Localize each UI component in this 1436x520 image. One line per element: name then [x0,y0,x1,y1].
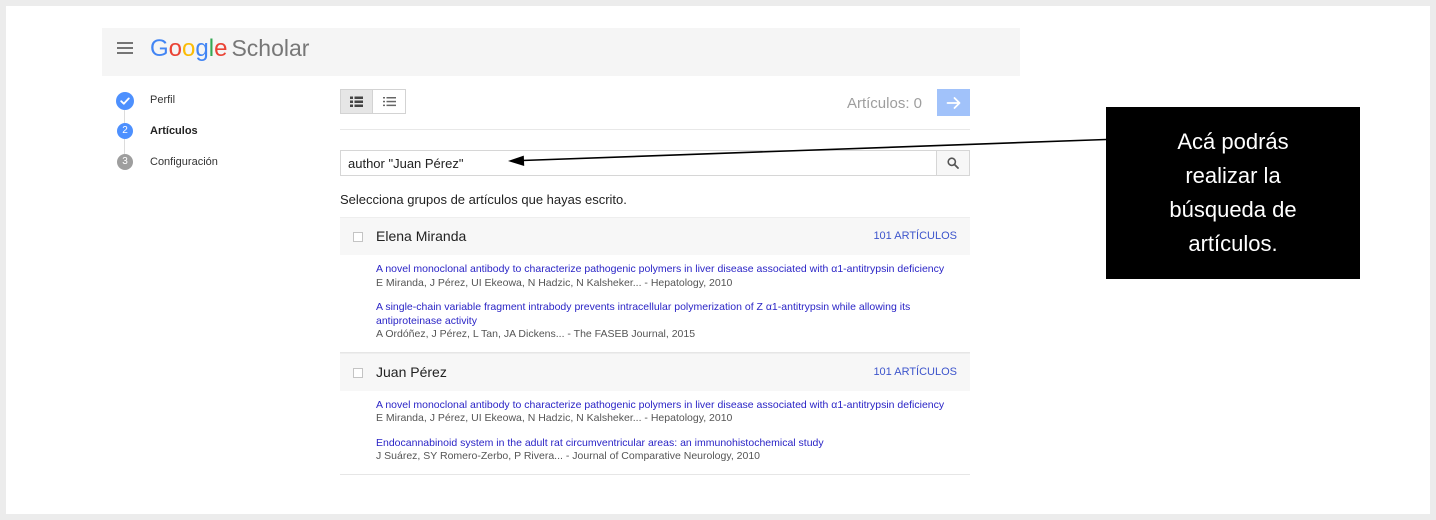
group-articles: A novel monoclonal antibody to character… [340,255,970,353]
step-2-number: 2 [122,125,128,136]
logo-letter: o [182,35,196,62]
check-icon [120,97,130,105]
step-2-indicator: 2 [117,123,133,139]
list-compact-icon [382,97,396,107]
group-checkbox[interactable] [353,367,363,378]
article-authors: E Miranda, J Pérez, UI Ekeowa, N Hadzic,… [376,412,733,424]
group-author-name: Juan Pérez [376,363,447,380]
articles-count: Artículos: 0 [846,95,922,112]
logo-scholar: Scholar [231,35,310,61]
annotation-callout: Acá podrás realizar la búsqueda de artíc… [1106,107,1360,279]
group-header: Elena Miranda 101 ARTÍCULOS [340,217,970,255]
callout-line: artículos. [1188,231,1278,256]
callout-line: Acá podrás [1177,129,1289,154]
list-detailed-icon [350,96,363,107]
step-label-configuracion: Configuración [150,156,218,168]
next-button[interactable] [937,89,970,116]
callout-line: realizar la [1185,163,1281,188]
step-1-indicator [116,92,134,110]
article-title-link[interactable]: A single-chain variable fragment intrabo… [376,301,966,328]
article-item: A single-chain variable fragment intrabo… [376,301,966,342]
article-item: A novel monoclonal antibody to character… [376,399,966,426]
step-3-number: 3 [122,156,128,167]
step-3-indicator: 3 [117,154,133,170]
step-label-perfil: Perfil [150,94,176,106]
logo-letter: o [168,35,183,62]
article-item: A novel monoclonal antibody to character… [376,263,966,290]
article-title-link[interactable]: A novel monoclonal antibody to character… [376,263,966,277]
search-icon [947,157,959,169]
toolbar-divider [340,129,970,130]
article-group: Juan Pérez 101 ARTÍCULOS A novel monoclo… [340,352,970,475]
logo-google: Google [150,35,227,62]
group-article-count-link[interactable]: 101 ARTÍCULOS [873,218,957,255]
article-authors: J Suárez, SY Romero-Zerbo, P Rivera... -… [376,450,761,462]
article-title-link[interactable]: Endocannabinoid system in the adult rat … [376,437,966,451]
group-article-count-link[interactable]: 101 ARTÍCULOS [873,354,957,391]
logo-letter: G [150,35,169,62]
article-group: Elena Miranda 101 ARTÍCULOS A novel mono… [340,217,970,353]
logo-letter: e [214,35,228,62]
logo-letter: g [195,35,209,62]
group-header: Juan Pérez 101 ARTÍCULOS [340,352,970,391]
group-checkbox[interactable] [353,232,363,242]
menu-icon[interactable] [117,42,133,55]
view-detailed-button[interactable] [340,89,373,114]
group-articles: A novel monoclonal antibody to character… [340,391,970,475]
instruction-text: Selecciona grupos de artículos que hayas… [340,192,627,207]
group-author-name: Elena Miranda [376,228,467,244]
search-input[interactable] [340,150,937,176]
article-groups: Elena Miranda 101 ARTÍCULOS A novel mono… [340,217,970,475]
step-label-articulos: Artículos [150,125,198,137]
article-authors: A Ordóñez, J Pérez, L Tan, JA Dickens...… [376,328,696,340]
view-toggle [340,89,406,114]
callout-line: búsqueda de [1169,197,1297,222]
article-title-link[interactable]: A novel monoclonal antibody to character… [376,399,966,413]
search-button[interactable] [936,150,970,176]
google-scholar-logo[interactable]: Google Scholar [150,28,309,68]
article-item: Endocannabinoid system in the adult rat … [376,437,966,464]
article-authors: E Miranda, J Pérez, UI Ekeowa, N Hadzic,… [376,276,733,289]
top-app-bar: Google Scholar [102,28,1020,76]
arrow-right-icon [946,96,960,109]
view-compact-button[interactable] [373,89,406,114]
